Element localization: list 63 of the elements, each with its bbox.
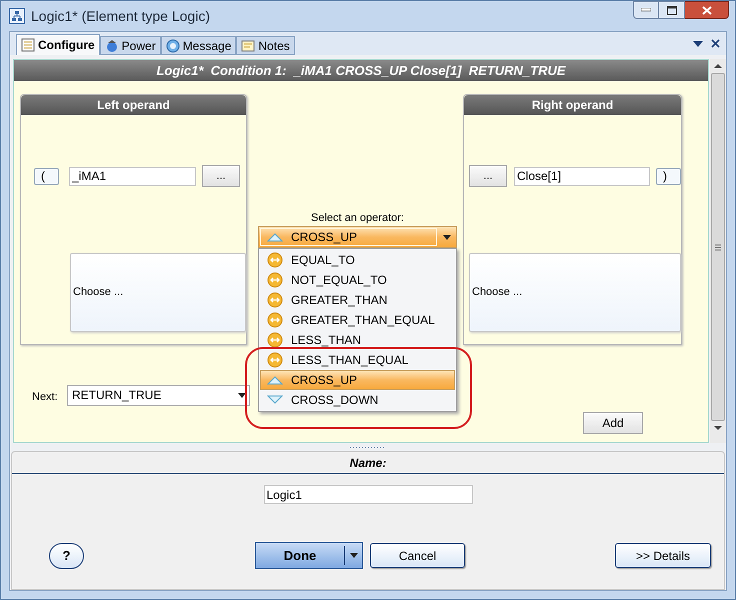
triangle-up-icon <box>267 374 283 386</box>
close-icon <box>702 6 712 14</box>
tab[interactable]: Message <box>160 36 236 55</box>
combo-value: CROSS_UP <box>291 229 358 246</box>
close-button[interactable] <box>685 1 729 19</box>
window-title: Logic1* (Element type Logic) <box>31 6 210 26</box>
operator-option[interactable]: LESS_THAN <box>260 330 455 350</box>
operator-option[interactable]: GREATER_THAN_EQUAL <box>260 310 455 330</box>
power-icon <box>104 38 119 52</box>
triangle-down-icon <box>267 394 283 406</box>
tab-label: Power <box>122 38 156 54</box>
operator-label: Select an operator: <box>311 211 404 226</box>
operator-option[interactable]: EQUAL_TO <box>260 250 455 270</box>
help-button[interactable]: ? <box>49 542 84 568</box>
message-icon <box>166 38 180 52</box>
configure-icon <box>21 38 35 52</box>
tab-label: Notes <box>258 38 290 54</box>
splitter-grip-icon <box>350 446 386 448</box>
cancel-button[interactable]: Cancel <box>370 543 465 568</box>
operator-combo[interactable]: CROSS_UP <box>258 226 457 248</box>
panel-title: Right operand <box>464 95 681 115</box>
paren-button[interactable]: ) <box>656 168 681 184</box>
tab-label: Configure <box>38 37 95 54</box>
scroll-thumb[interactable] <box>711 73 726 421</box>
next-combo[interactable]: RETURN_TRUE <box>67 385 250 406</box>
operand-field[interactable]: _iMA1 <box>69 166 196 186</box>
operand-field[interactable]: Close[1] <box>514 166 650 186</box>
app-icon <box>9 8 25 24</box>
name-label: Name: <box>350 454 386 472</box>
tab[interactable]: Notes <box>236 36 295 55</box>
scrollbar[interactable] <box>710 59 726 443</box>
close-icon <box>711 39 720 48</box>
tab[interactable]: Power <box>100 36 161 55</box>
operator-option[interactable]: CROSS_UP <box>260 370 455 390</box>
combo-value: RETURN_TRUE <box>71 387 162 404</box>
operator-option[interactable]: GREATER_THAN <box>260 290 455 310</box>
paren-button[interactable]: ( <box>34 168 59 184</box>
browse-button[interactable]: ... <box>202 165 240 187</box>
dropdown-arrow-icon <box>693 40 703 46</box>
caret-icon <box>350 553 358 558</box>
choose-box[interactable]: Choose ... <box>70 253 246 332</box>
operator-option[interactable]: NOT_EQUAL_TO <box>260 270 455 290</box>
caret-icon <box>238 393 246 398</box>
choose-box[interactable]: Choose ... <box>469 253 681 332</box>
maximize-button[interactable] <box>659 1 685 19</box>
maximize-icon <box>666 6 676 14</box>
grip-icon <box>715 244 722 250</box>
tab[interactable]: Configure <box>16 34 100 55</box>
details-button[interactable]: >> Details <box>615 543 711 568</box>
name-field[interactable]: Logic1 <box>264 485 472 504</box>
tab-label: Message <box>182 38 232 54</box>
notes-icon <box>241 38 256 52</box>
browse-button[interactable]: ... <box>469 165 507 187</box>
operator-option[interactable]: LESS_THAN_EQUAL <box>260 350 455 370</box>
operator-option[interactable]: CROSS_DOWN <box>260 390 455 410</box>
triangle-up-icon <box>267 231 283 243</box>
panel-title: Left operand <box>21 95 246 115</box>
minimize-button[interactable] <box>633 1 659 19</box>
caret-icon <box>443 234 451 240</box>
condition-header: Logic1* Condition 1: _iMA1 CROSS_UP Close[1] RETURN_TRUE <box>14 60 708 81</box>
minimize-icon <box>641 8 651 12</box>
add-button[interactable]: Add <box>583 412 644 434</box>
next-label: Next: <box>32 390 59 405</box>
